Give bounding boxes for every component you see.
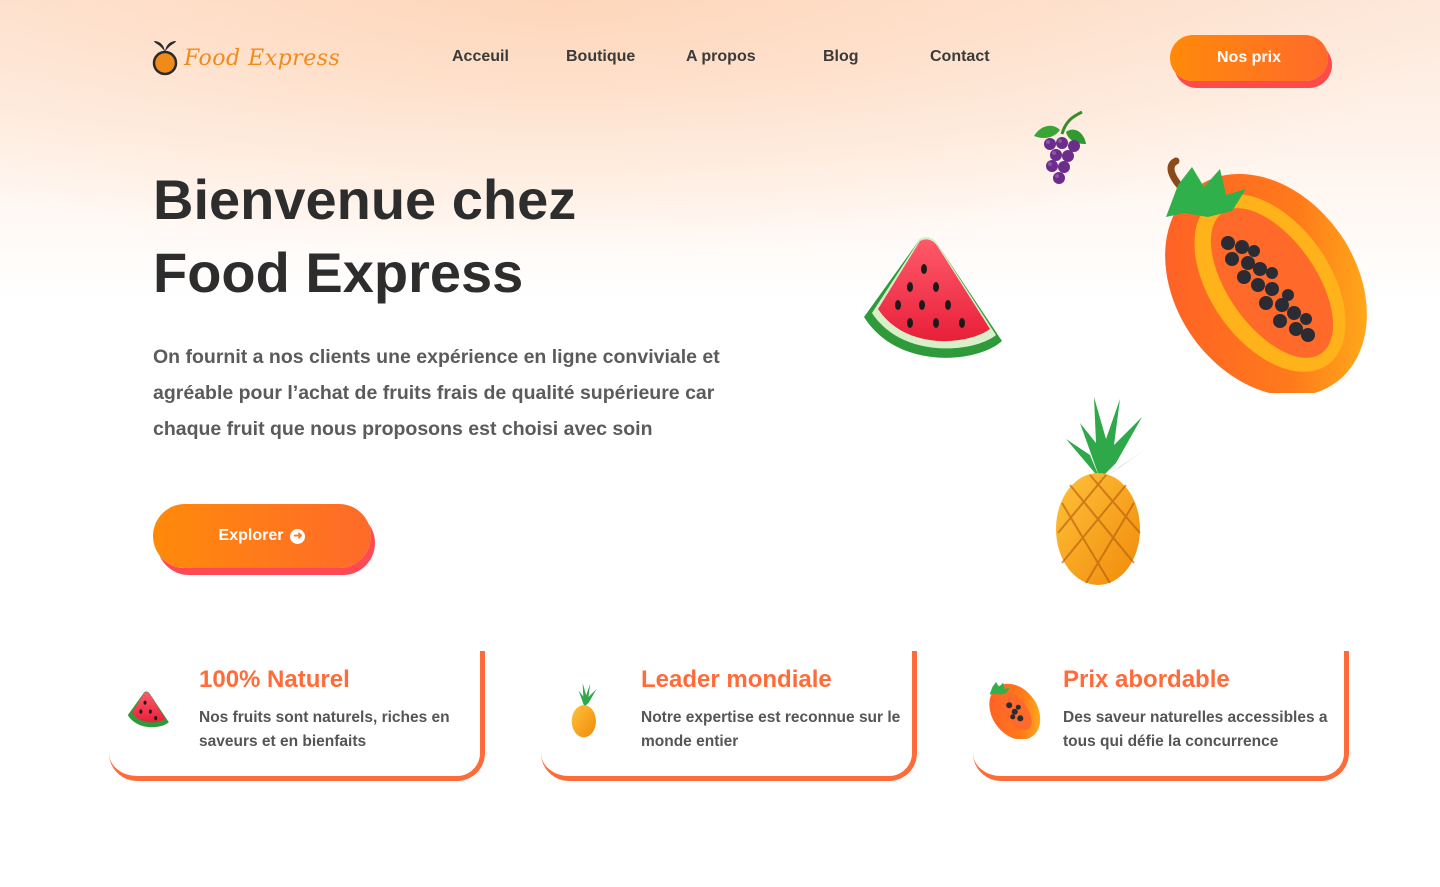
prices-button[interactable]: Nos prix (1170, 35, 1328, 81)
orange-logo-icon (152, 41, 178, 76)
pineapple-icon (571, 683, 597, 738)
watermelon-icon (127, 691, 169, 728)
logo-text: Food Express (184, 45, 341, 71)
grapes-icon (1034, 110, 1086, 184)
papaya-icon (989, 682, 1041, 739)
hero-title-line1: Bienvenue chez (153, 168, 577, 231)
hero-title: Bienvenue chez Food Express (153, 163, 576, 309)
feature-title-price: Prix abordable (1063, 666, 1230, 693)
nav-blog[interactable]: Blog (823, 48, 859, 66)
explore-button-label: Explorer (218, 527, 284, 544)
pineapple-icon (1056, 397, 1146, 585)
logo[interactable]: Food Express (152, 40, 340, 76)
feature-desc-leader: Notre expertise est reconnue sur le mond… (641, 709, 901, 750)
papaya-icon (1165, 157, 1367, 393)
hero-title-line2: Food Express (153, 241, 524, 304)
feature-desc-price: Des saveur naturelles accessibles a tous… (1063, 709, 1328, 750)
feature-title-leader: Leader mondiale (641, 666, 832, 693)
explore-button[interactable]: Explorer ➜ (153, 504, 371, 568)
nav-contact[interactable]: Contact (930, 48, 990, 66)
nav-boutique[interactable]: Boutique (566, 48, 635, 66)
nav-a-propos[interactable]: A propos (686, 48, 756, 66)
watermelon-icon (864, 237, 1002, 358)
hero-description: On fournit a nos clients une expérience … (153, 346, 720, 440)
feature-title-natural: 100% Naturel (199, 666, 350, 693)
prices-button-label: Nos prix (1216, 49, 1281, 66)
arrow-circle-right-icon: ➜ (290, 528, 306, 544)
feature-desc-natural: Nos fruits sont naturels, riches en save… (199, 709, 450, 750)
nav-acceuil[interactable]: Acceuil (452, 48, 509, 66)
